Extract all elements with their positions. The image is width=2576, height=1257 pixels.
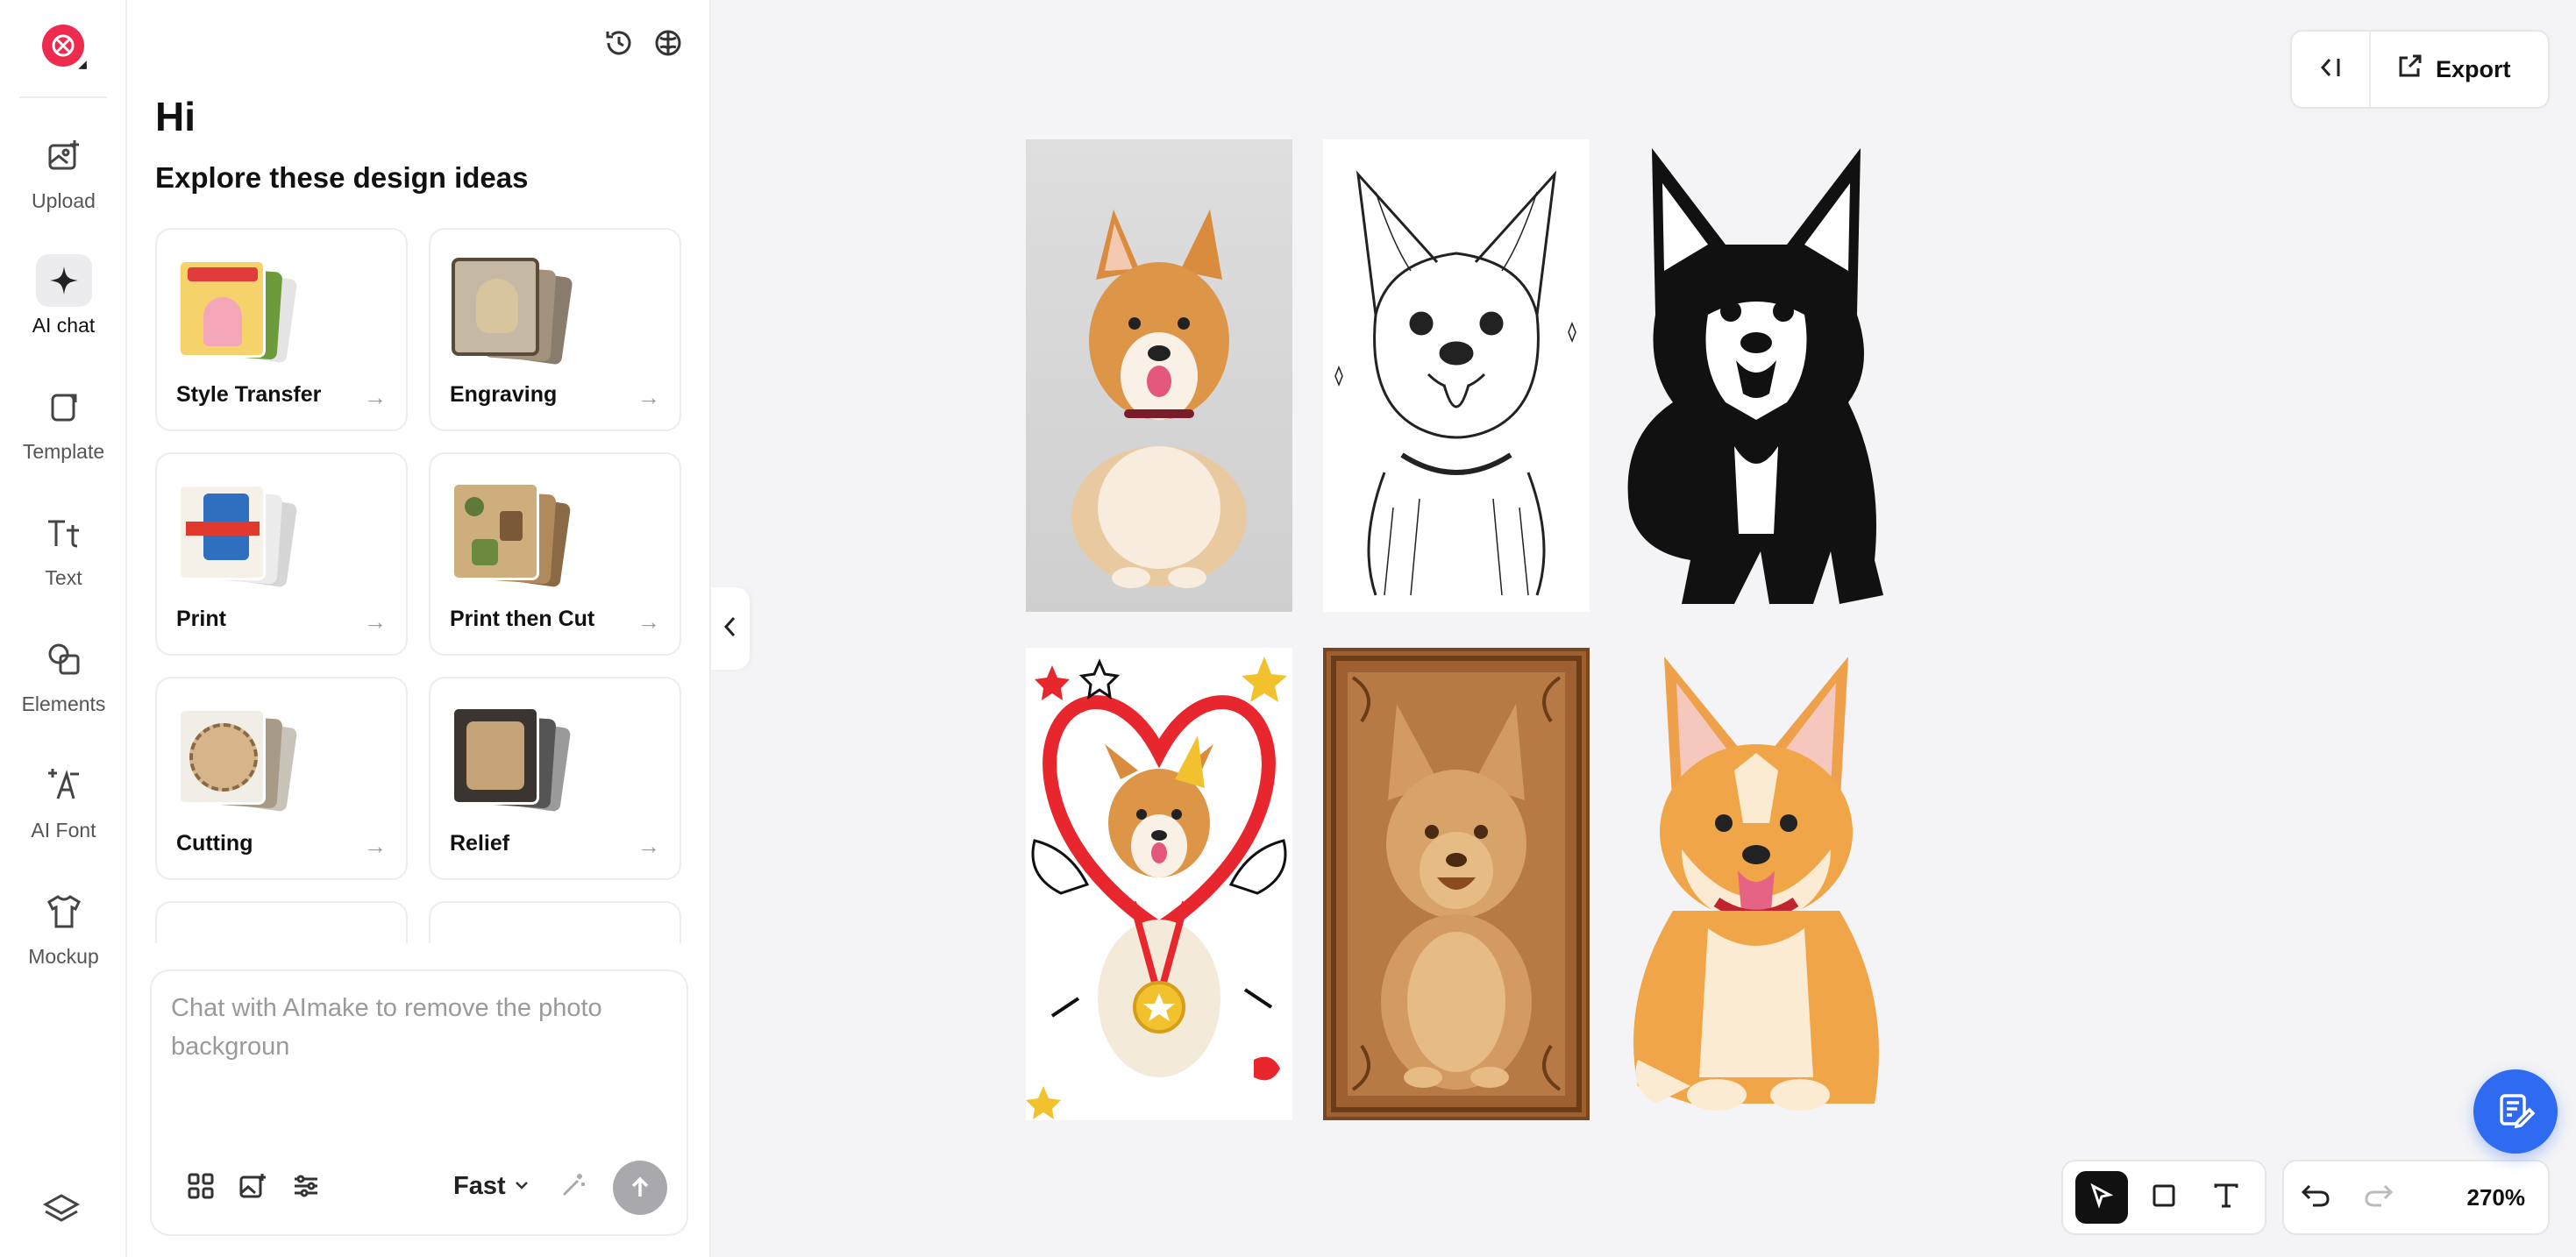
tshirt-icon [36,885,92,938]
idea-card-relief[interactable]: Relief → [429,677,681,880]
undo-button[interactable] [2284,1161,2347,1233]
rail-item-label: AI chat [32,314,96,337]
idea-card-label: Style Transfer [176,382,322,407]
arrow-right-icon: → [637,608,660,635]
print-thumbnail [178,479,327,593]
design-ideas-grid: Style Transfer → Engraving → Print → Pri… [155,228,681,943]
canvas-image-corgi-sticker[interactable] [1026,648,1292,1120]
rail-item-template[interactable]: Template [0,380,127,486]
settings-sliders-icon[interactable] [292,1172,320,1204]
chevron-left-icon [722,614,739,643]
rail-divider [19,96,107,98]
idea-card-partial[interactable] [429,901,681,943]
arrow-right-icon: → [637,384,660,410]
sparkle-icon [35,254,92,307]
canvas-image-corgi-sketch[interactable] [1323,139,1590,612]
idea-card-label: Cutting [176,831,253,856]
rail-item-label: Mockup [28,945,99,968]
mode-select[interactable]: Fast [453,1172,530,1201]
left-rail: Upload AI chat Template Text Elements AI… [0,0,127,1257]
grid-icon[interactable] [187,1172,215,1204]
history-controls: 270% [2282,1160,2550,1235]
idea-card-partial[interactable] [155,901,408,943]
note-edit-icon [2496,1090,2536,1133]
canvas-image-corgi-relief[interactable] [1323,648,1590,1120]
idea-card-label: Relief [450,831,510,856]
rail-item-label: Upload [32,189,96,212]
canvas-image-corgi-flat[interactable] [1620,648,1892,1120]
section-title: Explore these design ideas [155,161,529,194]
square-icon [2151,1182,2177,1213]
magic-wand-icon[interactable] [560,1170,588,1203]
mode-select-value: Fast [453,1172,506,1200]
canvas-image-corgi-silhouette[interactable] [1620,139,1892,612]
canvas-tools [2061,1160,2266,1235]
rail-item-text[interactable]: Text [0,507,127,612]
idea-card-cutting[interactable]: Cutting → [155,677,408,880]
zoom-level[interactable]: 270% [2467,1184,2549,1211]
ai-font-icon [36,759,92,812]
export-icon [2395,53,2423,87]
layers-icon[interactable] [42,1190,81,1233]
feedback-button[interactable] [2473,1069,2558,1154]
rail-item-label: Text [45,566,82,589]
export-button[interactable]: Export [2371,53,2511,87]
chevron-down-icon [513,1172,530,1201]
select-tool[interactable] [2074,1171,2128,1224]
arrow-right-icon: → [364,384,387,410]
ai-chat-panel: Hi Explore these design ideas Style Tran… [127,0,711,1257]
rail-item-ai-font[interactable]: AI Font [0,759,127,864]
add-image-icon[interactable] [239,1172,267,1204]
upload-image-icon [36,130,92,182]
app-logo[interactable] [42,25,84,67]
text-tool[interactable] [2200,1171,2252,1224]
relief-thumbnail [452,703,601,817]
idea-card-label: Print [176,607,226,631]
rail-item-elements[interactable]: Elements [0,633,127,738]
idea-card-print-then-cut[interactable]: Print then Cut → [429,452,681,656]
engraving-thumbnail [452,254,601,368]
send-button[interactable] [613,1161,667,1215]
canvas-image-corgi-photo[interactable] [1026,139,1292,612]
print-then-cut-thumbnail [452,479,601,593]
idea-card-label: Print then Cut [450,607,595,631]
style-transfer-thumbnail [178,254,327,368]
greeting: Hi [155,94,196,139]
cursor-icon [2089,1182,2115,1213]
arrow-right-icon: → [637,833,660,859]
idea-card-engraving[interactable]: Engraving → [429,228,681,431]
panel-left-icon [2317,54,2344,85]
shapes-icon [36,633,92,685]
history-icon[interactable] [604,28,634,62]
undo-icon [2301,1182,2330,1213]
rectangle-tool[interactable] [2138,1171,2190,1224]
export-label: Export [2436,55,2511,82]
idea-card-label: Engraving [450,382,558,407]
redo-icon [2364,1182,2394,1213]
collapse-panel-button[interactable] [711,587,750,670]
top-toolbar: Export [2290,30,2550,109]
text-icon [36,507,92,559]
redo-button[interactable] [2347,1161,2410,1233]
collapse-right-button[interactable] [2292,32,2371,107]
arrow-right-icon: → [364,833,387,859]
rail-item-label: AI Font [31,819,96,842]
rail-item-label: Template [22,440,105,463]
idea-card-print[interactable]: Print → [155,452,408,656]
chat-input-box: Fast [150,969,688,1236]
cutting-thumbnail [178,703,327,817]
chat-input[interactable] [171,989,662,1094]
rail-item-ai-chat[interactable]: AI chat [0,254,127,359]
template-icon [36,380,92,433]
arrow-right-icon: → [364,608,387,635]
text-t-icon [2213,1182,2239,1213]
rail-item-label: Elements [21,692,106,715]
brain-icon[interactable] [653,28,683,62]
rail-item-upload[interactable]: Upload [0,130,127,235]
rail-item-mockup[interactable]: Mockup [0,885,127,991]
idea-card-style-transfer[interactable]: Style Transfer → [155,228,408,431]
